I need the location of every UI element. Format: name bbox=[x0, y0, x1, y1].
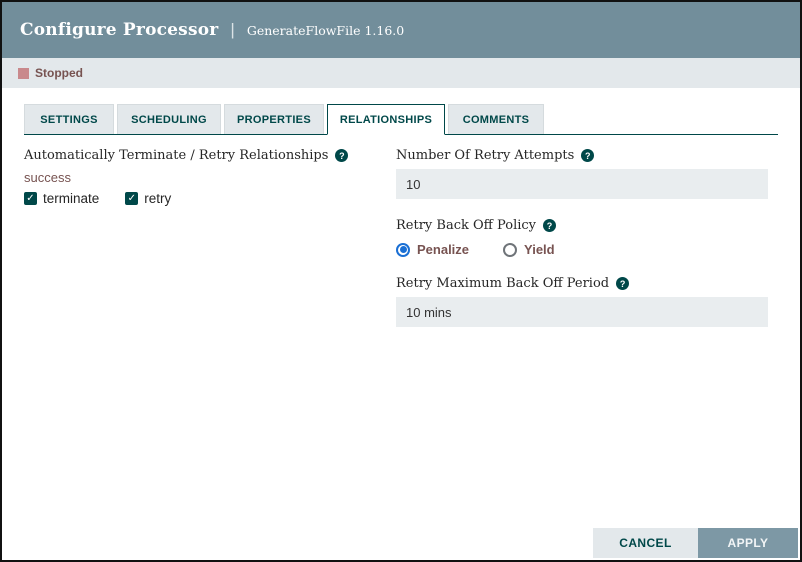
tab-settings[interactable]: SETTINGS bbox=[24, 104, 114, 134]
max-backoff-label: Retry Maximum Back Off Period bbox=[396, 276, 609, 291]
retry-attempts-group: Number Of Retry Attempts ? 10 bbox=[396, 148, 778, 199]
tab-comments[interactable]: COMMENTS bbox=[448, 104, 544, 134]
tab-relationships[interactable]: RELATIONSHIPS bbox=[327, 104, 445, 135]
relationship-name: success bbox=[24, 170, 396, 185]
processor-name-version: GenerateFlowFile 1.16.0 bbox=[247, 23, 404, 38]
help-icon[interactable]: ? bbox=[335, 149, 348, 162]
retry-checkbox-label: retry bbox=[144, 191, 171, 206]
relationship-options-row: ✓ terminate ✓ retry bbox=[24, 191, 396, 206]
help-icon[interactable]: ? bbox=[543, 219, 556, 232]
retry-checkbox[interactable]: ✓ bbox=[125, 192, 138, 205]
backoff-policy-group: Retry Back Off Policy ? Penalize Yield bbox=[396, 218, 778, 257]
cancel-button[interactable]: CANCEL bbox=[593, 528, 698, 558]
tab-scheduling[interactable]: SCHEDULING bbox=[117, 104, 221, 134]
stopped-icon bbox=[18, 68, 29, 79]
retry-settings-section: Number Of Retry Attempts ? 10 Retry Back… bbox=[396, 148, 778, 346]
retry-attempts-input[interactable]: 10 bbox=[396, 169, 768, 199]
retry-attempts-label: Number Of Retry Attempts bbox=[396, 148, 574, 163]
relationships-panel: Automatically Terminate / Retry Relation… bbox=[24, 135, 778, 346]
configure-processor-dialog: Configure Processor | GenerateFlowFile 1… bbox=[0, 0, 802, 562]
tab-properties[interactable]: PROPERTIES bbox=[224, 104, 324, 134]
penalize-radio-label: Penalize bbox=[417, 242, 469, 257]
title-separator: | bbox=[230, 20, 234, 40]
status-label: Stopped bbox=[35, 66, 83, 80]
penalize-radio[interactable] bbox=[396, 243, 410, 257]
apply-button[interactable]: APPLY bbox=[698, 528, 798, 558]
tab-bar: SETTINGS SCHEDULING PROPERTIES RELATIONS… bbox=[24, 104, 778, 135]
dialog-header: Configure Processor | GenerateFlowFile 1… bbox=[2, 2, 800, 58]
yield-radio[interactable] bbox=[503, 243, 517, 257]
dialog-content: SETTINGS SCHEDULING PROPERTIES RELATIONS… bbox=[2, 88, 800, 346]
status-bar: Stopped bbox=[2, 58, 800, 88]
help-icon[interactable]: ? bbox=[581, 149, 594, 162]
yield-radio-label: Yield bbox=[524, 242, 555, 257]
yield-radio-item[interactable]: Yield bbox=[503, 242, 555, 257]
backoff-policy-label: Retry Back Off Policy bbox=[396, 218, 536, 233]
terminate-checkbox-label: terminate bbox=[43, 191, 99, 206]
dialog-title: Configure Processor bbox=[20, 20, 218, 40]
penalize-radio-item[interactable]: Penalize bbox=[396, 242, 469, 257]
footer-buttons: CANCEL APPLY bbox=[593, 528, 798, 558]
retry-checkbox-item[interactable]: ✓ retry bbox=[125, 191, 171, 206]
auto-terminate-section: Automatically Terminate / Retry Relation… bbox=[24, 148, 396, 346]
help-icon[interactable]: ? bbox=[616, 277, 629, 290]
max-backoff-group: Retry Maximum Back Off Period ? 10 mins bbox=[396, 276, 778, 327]
max-backoff-input[interactable]: 10 mins bbox=[396, 297, 768, 327]
auto-terminate-label: Automatically Terminate / Retry Relation… bbox=[24, 148, 328, 163]
backoff-policy-options: Penalize Yield bbox=[396, 242, 778, 257]
terminate-checkbox-item[interactable]: ✓ terminate bbox=[24, 191, 99, 206]
terminate-checkbox[interactable]: ✓ bbox=[24, 192, 37, 205]
